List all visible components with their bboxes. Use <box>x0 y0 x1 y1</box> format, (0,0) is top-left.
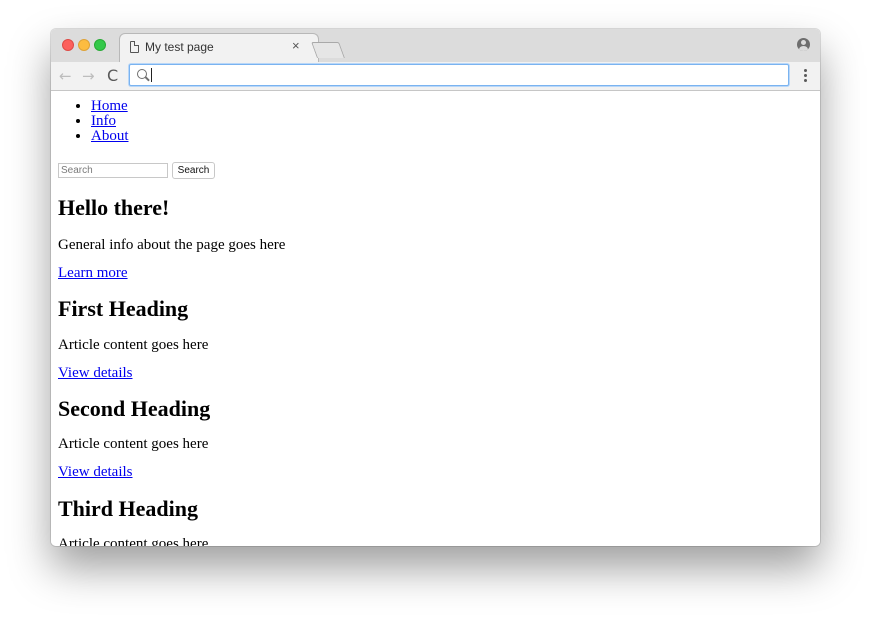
text-caret <box>151 68 152 82</box>
forward-arrow-icon[interactable]: → <box>82 67 95 85</box>
nav-link-home[interactable]: Home <box>91 98 128 114</box>
nav-item-info: Info <box>91 114 129 129</box>
browser-toolbar: ← → C <box>51 62 820 91</box>
tab-title: My test page <box>145 40 214 54</box>
view-details-link[interactable]: View details <box>58 365 133 381</box>
site-nav: Home Info About <box>67 99 129 144</box>
learn-more-link[interactable]: Learn more <box>58 265 128 281</box>
profile-icon[interactable] <box>797 38 810 51</box>
new-tab-button[interactable] <box>311 42 345 58</box>
reload-icon[interactable]: C <box>107 67 118 85</box>
search-input[interactable] <box>58 163 168 178</box>
more-menu-icon[interactable] <box>804 69 807 84</box>
minimize-window-button[interactable] <box>78 39 90 51</box>
tab-close-button[interactable]: × <box>292 38 300 54</box>
browser-window: My test page × ← → C Home Info About Sea… <box>51 29 820 546</box>
article-heading: First Heading <box>58 296 189 321</box>
back-arrow-icon[interactable]: ← <box>59 67 72 85</box>
article-heading: Third Heading <box>58 496 198 521</box>
search-button[interactable]: Search <box>172 162 215 179</box>
hero-link-row: Learn more <box>58 264 128 282</box>
hero-heading: Hello there! <box>58 195 170 220</box>
address-bar[interactable] <box>129 64 789 86</box>
article-text: Article content goes here <box>58 536 209 546</box>
maximize-window-button[interactable] <box>94 39 106 51</box>
article-link-row: View details <box>58 364 133 382</box>
search-icon <box>137 69 147 79</box>
hero-text: General info about the page goes here <box>58 237 286 253</box>
nav-item-about: About <box>91 129 129 144</box>
page-content: Home Info About Search Hello there! Gene… <box>51 91 820 546</box>
view-details-link[interactable]: View details <box>58 464 133 480</box>
title-bar: My test page × <box>51 29 820 62</box>
article-heading: Second Heading <box>58 396 211 421</box>
nav-item-home: Home <box>91 99 129 114</box>
close-window-button[interactable] <box>62 39 74 51</box>
document-icon <box>130 41 139 53</box>
article-link-row: View details <box>58 463 133 481</box>
tab-content: My test page × <box>124 34 314 62</box>
nav-link-info[interactable]: Info <box>91 113 116 129</box>
nav-link-about[interactable]: About <box>91 128 129 144</box>
article-text: Article content goes here <box>58 337 209 353</box>
article-text: Article content goes here <box>58 436 209 452</box>
